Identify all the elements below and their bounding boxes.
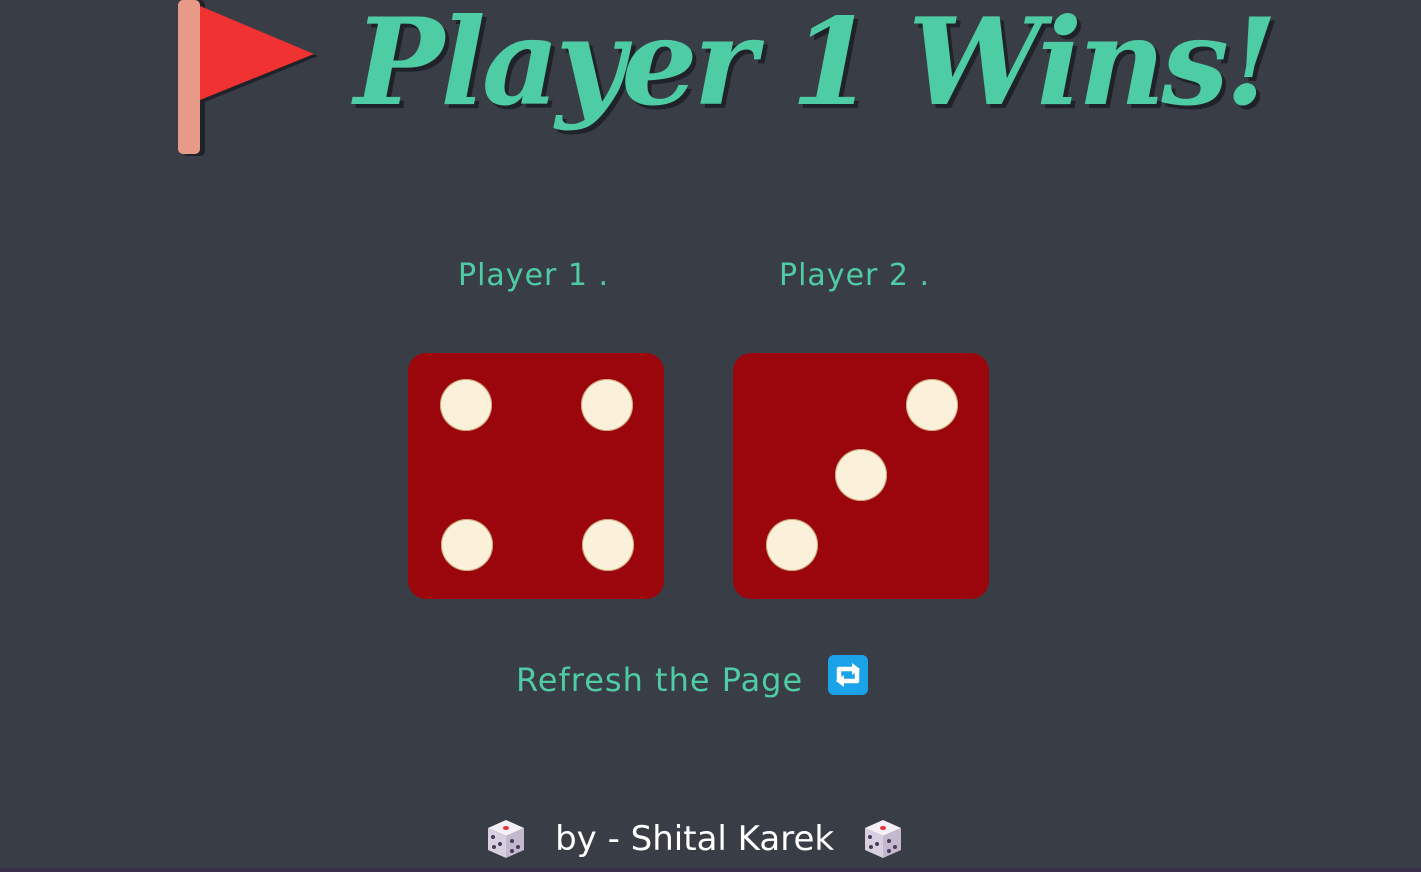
player-2-die — [733, 353, 989, 599]
die-pip — [582, 519, 634, 571]
refresh-arrows-icon[interactable] — [828, 655, 869, 695]
player-1-die — [408, 353, 664, 599]
winner-header: Player 1 Wins! — [170, 0, 1290, 190]
die-pip — [766, 519, 818, 571]
die-pip — [441, 519, 493, 571]
die-pip — [835, 449, 887, 501]
refresh-prompt[interactable]: Refresh the Page — [516, 652, 869, 708]
winner-title: Player 1 Wins! — [354, 0, 1278, 133]
red-flag-icon — [178, 0, 318, 156]
refresh-label: Refresh the Page — [516, 661, 804, 699]
player-2-label: Player 2 . — [779, 258, 931, 293]
author-credit: by - Shital Karek — [555, 819, 835, 859]
player-1-label: Player 1 . — [458, 258, 610, 293]
die-pip — [906, 379, 958, 431]
die-icon — [488, 820, 524, 858]
game-page: Player 1 Wins! Player 1 . Player 2 . Ref… — [0, 0, 1421, 872]
die-icon — [865, 820, 902, 858]
bottom-edge-bar — [0, 868, 1421, 872]
die-pip — [440, 379, 492, 431]
footer-credit: by - Shital Karek — [484, 810, 905, 868]
die-pip — [581, 379, 633, 431]
